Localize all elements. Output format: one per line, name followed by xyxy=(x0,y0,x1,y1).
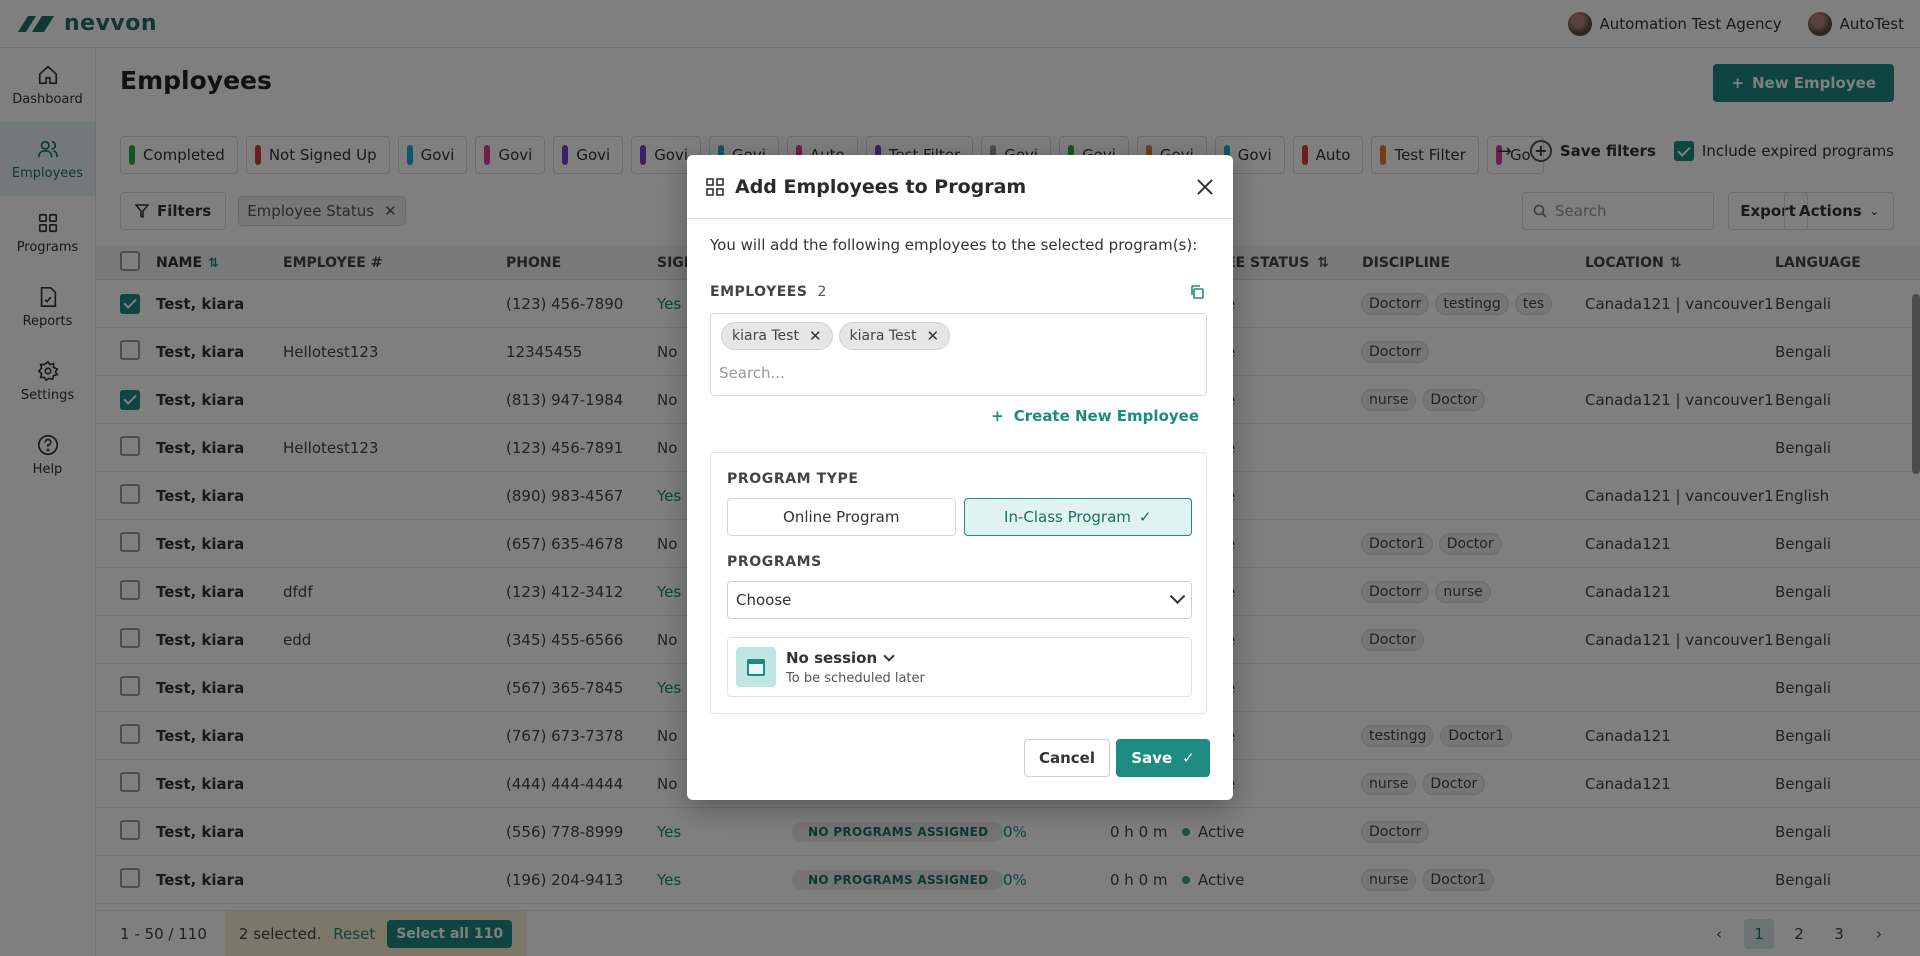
remove-employee-icon[interactable]: ✕ xyxy=(926,327,939,345)
in-class-program-button[interactable]: In-Class Program ✓ xyxy=(963,498,1192,536)
create-new-employee-label: Create New Employee xyxy=(1013,407,1199,425)
program-panel: PROGRAM TYPE Online Program In-Class Pro… xyxy=(710,452,1207,714)
save-label: Save xyxy=(1131,749,1173,767)
check-icon: ✓ xyxy=(1182,749,1195,767)
copy-icon[interactable] xyxy=(1189,284,1205,300)
cancel-button[interactable]: Cancel xyxy=(1024,739,1110,777)
employee-chip-label: kiara Test xyxy=(849,328,917,344)
chevron-down-icon xyxy=(1169,587,1186,604)
check-icon: ✓ xyxy=(1138,508,1152,526)
chevron-down-icon xyxy=(883,649,895,662)
create-new-employee-link[interactable]: + Create New Employee xyxy=(991,407,1199,425)
close-icon[interactable] xyxy=(1195,177,1215,197)
employee-search-input[interactable]: Search... xyxy=(719,364,785,382)
programs-select[interactable]: Choose xyxy=(727,581,1192,619)
employees-multiselect[interactable]: kiara Test ✕ kiara Test ✕ Search... xyxy=(710,313,1207,396)
modal-description: You will add the following employees to … xyxy=(710,236,1198,254)
calendar-icon xyxy=(736,647,776,687)
online-program-button[interactable]: Online Program xyxy=(727,498,956,536)
plus-icon: + xyxy=(991,407,1004,425)
program-type-label: PROGRAM TYPE xyxy=(727,471,859,487)
remove-employee-icon[interactable]: ✕ xyxy=(809,327,822,345)
save-button[interactable]: Save ✓ xyxy=(1116,739,1210,777)
programs-label: PROGRAMS xyxy=(727,554,822,570)
program-type-toggle: Online Program In-Class Program ✓ xyxy=(727,498,1192,536)
employee-chip-label: kiara Test xyxy=(732,328,799,344)
in-class-program-label: In-Class Program xyxy=(1004,508,1131,526)
employee-chip: kiara Test ✕ xyxy=(721,322,833,350)
employees-section-label: EMPLOYEES 2 xyxy=(710,284,827,300)
programs-select-value: Choose xyxy=(736,591,792,609)
session-picker[interactable]: No session To be scheduled later xyxy=(727,637,1192,697)
employee-chip: kiara Test ✕ xyxy=(838,322,951,350)
session-title: No session xyxy=(786,649,925,667)
modal-title: Add Employees to Program xyxy=(735,175,1027,198)
modal-header: Add Employees to Program xyxy=(687,155,1233,219)
add-employees-modal: Add Employees to Program You will add th… xyxy=(687,155,1233,800)
session-subtitle: To be scheduled later xyxy=(786,670,925,686)
apps-grid-icon xyxy=(706,177,724,196)
employees-count: 2 xyxy=(817,284,827,300)
